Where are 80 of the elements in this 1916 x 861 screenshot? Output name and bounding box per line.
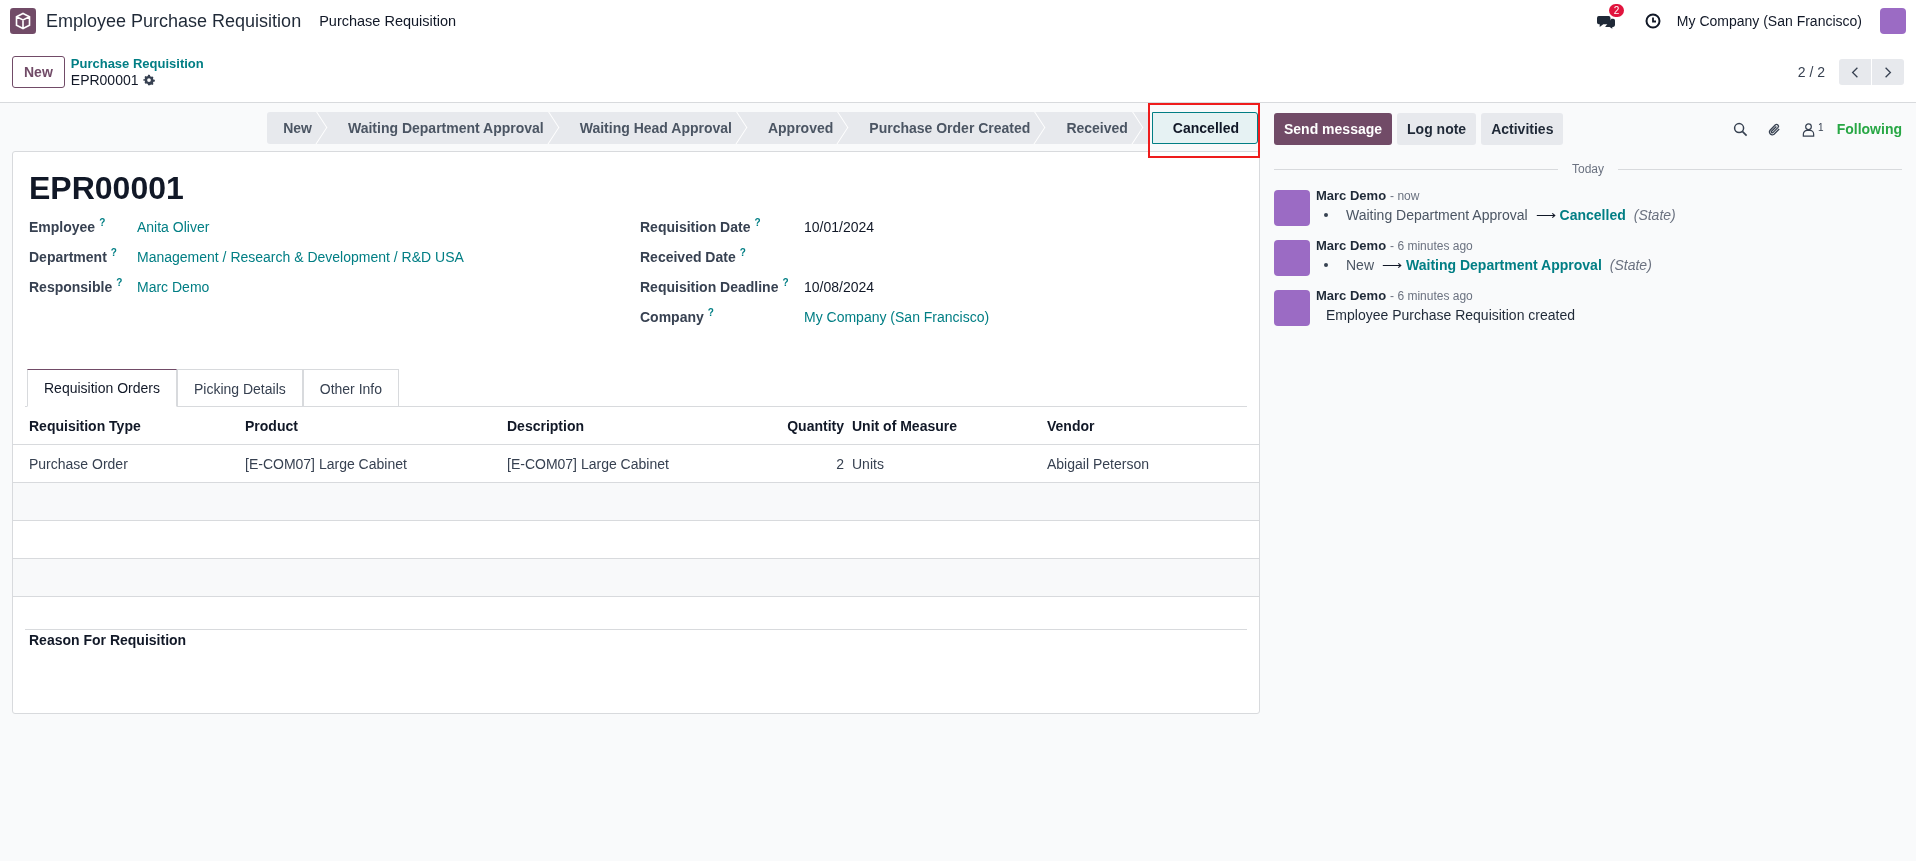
search-icon[interactable] xyxy=(1733,121,1749,137)
breadcrumb-link[interactable]: Purchase Requisition xyxy=(70,56,204,72)
next-button[interactable] xyxy=(1872,59,1904,85)
field-value: 10/08/2024 xyxy=(804,278,875,295)
field-value[interactable]: Marc Demo xyxy=(137,278,210,295)
table-cell-text: [E-COM07] Large Cabinet xyxy=(245,455,408,472)
bullet-icon xyxy=(1324,213,1328,217)
new-value: Cancelled xyxy=(1559,207,1626,223)
field-label: Requisition Date xyxy=(640,218,751,235)
column-header[interactable]: Quantity xyxy=(762,417,852,434)
person-icon[interactable] xyxy=(1801,121,1817,137)
arrow-icon: ⟶ xyxy=(1382,257,1402,273)
column-header[interactable]: Unit of Measure xyxy=(852,417,1047,434)
column-header[interactable]: Product xyxy=(245,417,507,434)
company-switcher[interactable]: My Company (San Francisco) xyxy=(1676,13,1862,29)
section-label: Reason For Requisition xyxy=(29,632,187,648)
field-label: Department xyxy=(29,248,107,265)
message-time: - 6 minutes ago xyxy=(1390,239,1473,253)
table-cell-text: Abigail Peterson xyxy=(1047,455,1150,472)
app-icon[interactable] xyxy=(10,8,36,34)
chatter-button[interactable]: Send message xyxy=(1274,113,1393,145)
chatter-button[interactable]: Activities xyxy=(1481,113,1564,145)
help-tooltip[interactable]: ? xyxy=(754,217,761,228)
help-tooltip[interactable]: ? xyxy=(739,247,746,258)
date-separator: Today xyxy=(1572,162,1604,176)
column-header[interactable]: Requisition Type xyxy=(29,417,245,434)
pager-value: 2 / 2 xyxy=(1797,64,1825,80)
author-name[interactable]: Marc Demo xyxy=(1316,188,1387,203)
field-value[interactable]: Management / Research & Development / R&D USA xyxy=(137,248,464,265)
field-name: (State) xyxy=(1609,257,1652,273)
help-tooltip[interactable]: ? xyxy=(110,247,117,258)
table-cell-text: [E-COM07] Large Cabinet xyxy=(507,455,670,472)
field-label: Company xyxy=(640,308,704,325)
table-cell-text: 2 xyxy=(835,455,845,472)
user-avatar[interactable] xyxy=(1880,8,1906,34)
new-value: Waiting Department Approval xyxy=(1406,257,1602,273)
author-name[interactable]: Marc Demo xyxy=(1316,288,1387,303)
help-tooltip[interactable]: ? xyxy=(782,277,789,288)
notebook-tab[interactable]: Other Info xyxy=(302,369,400,407)
arrow-icon: ⟶ xyxy=(1535,207,1556,223)
field-value[interactable]: My Company (San Francisco) xyxy=(804,308,990,325)
column-header[interactable]: Description xyxy=(507,417,762,434)
field-value[interactable]: Anita Oliver xyxy=(137,218,210,235)
field-label: Responsible xyxy=(29,278,113,295)
clock-icon[interactable] xyxy=(1644,13,1661,29)
message-text: Employee Purchase Requisition created xyxy=(1325,307,1576,323)
message-count-badge: 2 xyxy=(1608,4,1625,17)
field-value: 10/01/2024 xyxy=(804,218,875,235)
message-time: - now xyxy=(1390,189,1420,203)
paperclip-icon[interactable] xyxy=(1767,121,1783,137)
previous-button[interactable] xyxy=(1839,59,1871,85)
column-header[interactable]: Vendor xyxy=(1047,417,1247,434)
table-cell-text: Units xyxy=(852,455,885,472)
chatter-button[interactable]: Log note xyxy=(1397,113,1477,145)
gear-icon[interactable] xyxy=(142,74,155,86)
help-tooltip[interactable]: ? xyxy=(707,307,714,318)
notebook-tab[interactable]: Requisition Orders xyxy=(27,369,177,407)
record-title: EPR00001 xyxy=(29,170,185,207)
author-name[interactable]: Marc Demo xyxy=(1316,238,1387,253)
app-name[interactable]: Employee Purchase Requisition xyxy=(46,10,302,32)
old-value: New xyxy=(1346,257,1374,273)
help-tooltip[interactable]: ? xyxy=(116,277,123,288)
table-cell-text: Purchase Order xyxy=(29,455,129,472)
old-value: Waiting Department Approval xyxy=(1346,207,1528,223)
field-label: Requisition Deadline xyxy=(640,278,779,295)
field-label: Received Date xyxy=(640,248,736,265)
menu-item[interactable]: Purchase Requisition xyxy=(319,13,457,29)
chevron-left-icon xyxy=(1851,65,1859,79)
field-label: Employee xyxy=(29,218,96,235)
message-time: - 6 minutes ago xyxy=(1390,289,1473,303)
chat-icon[interactable] xyxy=(1596,14,1615,29)
status-stage[interactable]: Cancelled xyxy=(1151,112,1258,144)
field-name: (State) xyxy=(1633,207,1676,223)
chevron-right-icon xyxy=(1884,65,1892,79)
new-button[interactable]: New xyxy=(12,56,65,88)
notebook-tab[interactable]: Picking Details xyxy=(176,369,303,407)
help-tooltip[interactable]: ? xyxy=(99,217,106,228)
follower-count: 1 xyxy=(1818,121,1824,133)
record-name: EPR00001 xyxy=(70,72,139,88)
bullet-icon xyxy=(1324,263,1328,267)
